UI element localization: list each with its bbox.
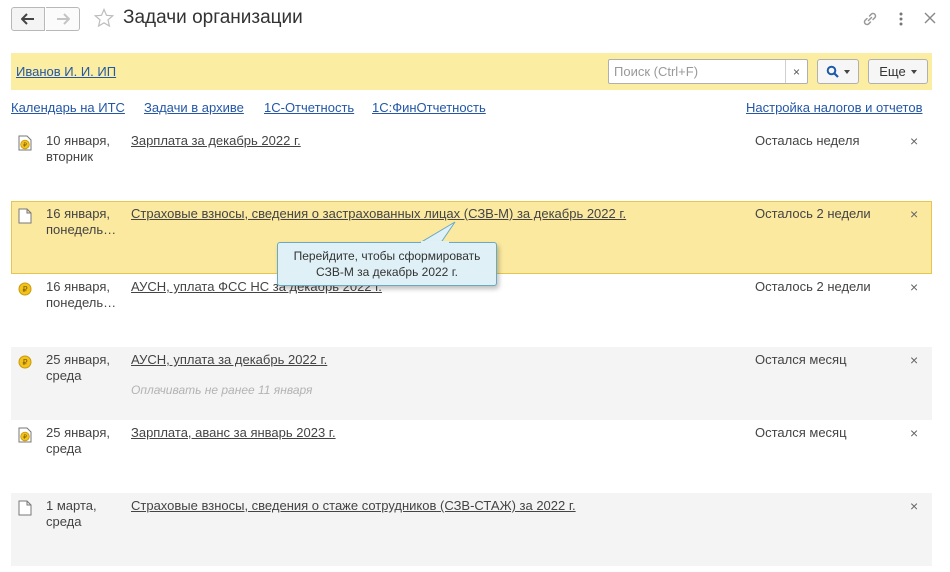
task-title-link[interactable]: Страховые взносы, сведения о застрахован… (131, 206, 626, 221)
forward-button[interactable] (46, 7, 80, 31)
search-icon (826, 65, 839, 78)
archive-link[interactable]: Задачи в архиве (144, 100, 244, 115)
search-clear-button[interactable]: × (785, 60, 807, 83)
ruble-coin-icon: ₽ (18, 355, 32, 369)
close-icon[interactable]: × (910, 279, 918, 295)
close-icon[interactable] (921, 9, 939, 27)
task-title-link[interactable]: Страховые взносы, сведения о стаже сотру… (131, 498, 576, 513)
search-box: × (608, 59, 808, 84)
payment-document-icon: ₽ (18, 135, 32, 151)
tooltip: Перейдите, чтобы сформировать СЗВ-М за д… (277, 242, 497, 286)
task-title-link[interactable]: Зарплата за декабрь 2022 г. (131, 133, 301, 148)
task-row[interactable]: ₽ 25 января, среда АУСН, уплата за декабр… (11, 347, 932, 420)
ruble-coin-icon: ₽ (18, 282, 32, 296)
task-date: 1 марта, среда (46, 498, 97, 529)
search-input[interactable] (609, 60, 786, 83)
close-icon[interactable]: × (910, 352, 918, 368)
svg-text:₽: ₽ (22, 285, 27, 294)
task-remaining: Осталась неделя (755, 133, 860, 148)
chevron-down-icon (910, 69, 917, 74)
close-icon[interactable]: × (910, 206, 918, 222)
svg-text:₽: ₽ (23, 142, 27, 149)
svg-text:₽: ₽ (23, 434, 27, 441)
task-remaining: Остался месяц (755, 352, 847, 367)
arrow-right-icon (56, 13, 70, 25)
task-note: Оплачивать не ранее 11 января (131, 383, 313, 397)
close-icon[interactable]: × (910, 133, 918, 149)
more-actions-button[interactable]: Еще (868, 59, 928, 84)
task-date: 25 января, среда (46, 352, 111, 383)
tax-settings-link[interactable]: Настройка налогов и отчетов (746, 100, 922, 115)
tooltip-line: СЗВ-М за декабрь 2022 г. (316, 265, 458, 279)
more-actions-label: Еще (879, 64, 906, 79)
task-row[interactable]: ₽ 25 января, среда Зарплата, аванс за янв… (11, 420, 932, 493)
payment-document-icon: ₽ (18, 427, 32, 443)
svg-text:₽: ₽ (22, 358, 27, 367)
task-date: 16 января, понедель… (46, 279, 117, 310)
close-icon[interactable]: × (910, 425, 918, 441)
task-remaining: Осталось 2 недели (755, 279, 871, 294)
quick-links: Календарь на ИТС Задачи в архиве 1С-Отче… (0, 100, 950, 118)
finreporting-link[interactable]: 1С:ФинОтчетность (372, 100, 486, 115)
link-icon[interactable] (861, 10, 879, 28)
title-bar: Задачи организации (0, 0, 950, 40)
task-row[interactable]: 1 марта, среда Страховые взносы, сведения… (11, 493, 932, 566)
task-date: 10 января, вторник (46, 133, 111, 164)
document-icon (18, 500, 32, 516)
search-button[interactable] (817, 59, 859, 84)
calendar-link[interactable]: Календарь на ИТС (11, 100, 125, 115)
task-title-link[interactable]: АУСН, уплата за декабрь 2022 г. (131, 352, 327, 367)
task-row[interactable]: ₽ 10 января, вторник Зарплата за декабрь … (11, 128, 932, 201)
task-title-link[interactable]: Зарплата, аванс за январь 2023 г. (131, 425, 336, 440)
reporting-link[interactable]: 1С-Отчетность (264, 100, 354, 115)
arrow-left-icon (21, 13, 34, 25)
star-icon[interactable] (94, 8, 114, 28)
task-remaining: Осталось 2 недели (755, 206, 871, 221)
page-title: Задачи организации (123, 7, 303, 28)
more-vertical-icon[interactable] (894, 10, 908, 28)
back-button[interactable] (11, 7, 45, 31)
organization-bar: Иванов И. И. ИП × Еще (11, 53, 932, 90)
task-remaining: Остался месяц (755, 425, 847, 440)
document-icon (18, 208, 32, 224)
tooltip-pointer-join (421, 241, 449, 244)
tooltip-line: Перейдите, чтобы сформировать (293, 249, 481, 263)
close-icon[interactable]: × (910, 498, 918, 514)
organization-link[interactable]: Иванов И. И. ИП (16, 64, 116, 79)
task-date: 25 января, среда (46, 425, 111, 456)
chevron-down-icon (844, 69, 850, 74)
task-date: 16 января, понедель… (46, 206, 117, 237)
